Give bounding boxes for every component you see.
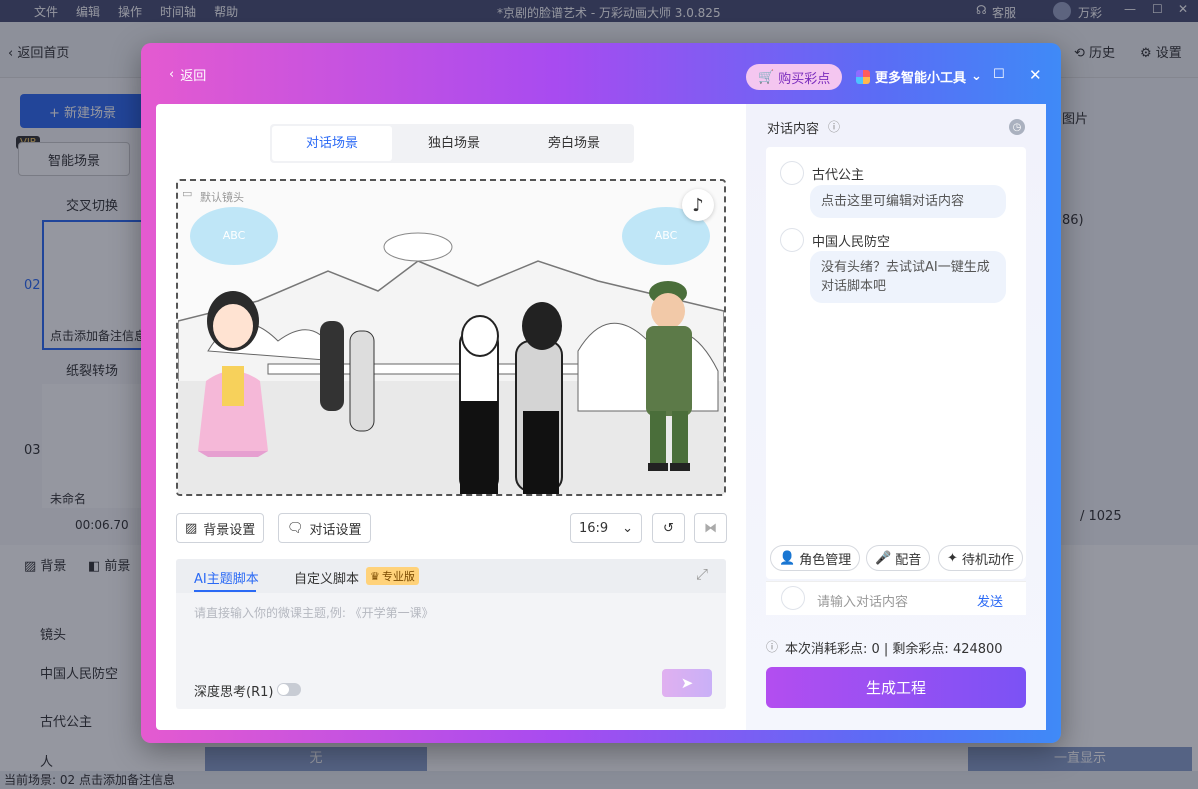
flip-horizontal-icon: ⧓ xyxy=(704,520,717,536)
chat-content-box: 古代公主 点击这里可编辑对话内容 中国人民防空 没有头绪？去试试AI一键生成对话… xyxy=(766,147,1026,579)
message-bubble-1[interactable]: 点击这里可编辑对话内容 xyxy=(810,185,1006,218)
dialog-settings-button[interactable]: 🗨 对话设置 xyxy=(278,513,371,543)
message-text-1: 点击这里可编辑对话内容 xyxy=(821,194,965,209)
cost-info-icon: ⓘ xyxy=(766,640,779,654)
script-tabs: AI主题脚本 自定义脚本 ♛ 专业版 ⤢ xyxy=(176,559,726,593)
chat-icon: 🗨 xyxy=(287,520,304,536)
submit-script-button[interactable]: ➤ xyxy=(662,669,712,697)
role-manage-button[interactable]: 👤 角色管理 xyxy=(770,545,861,571)
maximize-dialog-icon[interactable]: ☐ xyxy=(993,67,1005,82)
dubbing-label: 配音 xyxy=(895,552,922,568)
tab-dialog-scene[interactable]: 对话场景 xyxy=(272,126,392,161)
idle-action-button[interactable]: ✦ 待机动作 xyxy=(938,545,1023,571)
ai-script-area: AI主题脚本 自定义脚本 ♛ 专业版 ⤢ 请直接输入你的微课主题,例: 《开学第一… xyxy=(176,559,726,709)
message-text-2: 没有头绪？去试试AI一键生成对话脚本吧 xyxy=(821,260,990,294)
dubbing-button[interactable]: 🎤 配音 xyxy=(866,545,931,571)
figure-icon: ✦ xyxy=(947,550,958,566)
pro-badge: ♛ 专业版 xyxy=(366,567,419,585)
back-button[interactable]: ‹ 返回 xyxy=(169,65,206,84)
background-hatch-icon: ▨ xyxy=(185,520,198,536)
chat-title: 对话内容 xyxy=(767,122,820,137)
info-icon[interactable]: ⓘ xyxy=(828,118,840,135)
princess-avatar xyxy=(780,161,804,185)
buy-points-button[interactable]: 🛒 购买彩点 xyxy=(746,64,843,90)
generate-label: 生成工程 xyxy=(865,679,926,697)
input-avatar xyxy=(781,586,805,610)
pro-badge-label: 专业版 xyxy=(381,570,415,583)
back-label: 返回 xyxy=(180,69,207,84)
history-clock-icon[interactable]: ◷ xyxy=(1009,119,1025,135)
role-manage-label: 角色管理 xyxy=(799,552,852,568)
send-arrow-icon: ➤ xyxy=(680,674,694,692)
script-input[interactable]: 请直接输入你的微课主题,例: 《开学第一课》 xyxy=(194,604,434,621)
reset-button[interactable]: ↺ xyxy=(652,513,685,543)
buy-label: 购买彩点 xyxy=(778,71,831,87)
more-tools-button[interactable]: 更多智能小工具 ⌄ xyxy=(856,67,982,86)
cloud-text-right: ABC xyxy=(654,229,678,242)
microphone-icon: 🎤 xyxy=(875,550,892,566)
cloud-text-left: ABC xyxy=(222,229,246,242)
aspect-ratio-value: 16:9 xyxy=(579,520,609,536)
scene-preview[interactable]: ▭ 默认镜头 ABC ABC ♪ xyxy=(176,179,726,496)
generate-project-button[interactable]: 生成工程 xyxy=(766,667,1026,708)
background-settings-button[interactable]: ▨ 背景设置 xyxy=(176,513,265,543)
deep-think-label: 深度思考(R1) xyxy=(194,685,274,700)
tab-ai-script[interactable]: AI主题脚本 xyxy=(194,568,259,587)
idle-action-label: 待机动作 xyxy=(961,552,1014,568)
toggle-knob xyxy=(278,684,289,695)
rotate-ccw-icon: ↺ xyxy=(663,520,674,536)
cart-icon: 🛒 xyxy=(758,69,775,85)
more-tools-label: 更多智能小工具 xyxy=(875,71,967,86)
background-settings-label: 背景设置 xyxy=(203,522,256,538)
crown-icon: ♛ xyxy=(370,569,380,583)
tab-underline xyxy=(194,590,256,592)
close-dialog-icon[interactable]: ✕ xyxy=(1029,66,1042,84)
expand-icon[interactable]: ⤢ xyxy=(696,565,708,583)
flip-button[interactable]: ⧓ xyxy=(694,513,727,543)
scene-type-tabs: 对话场景 独白场景 旁白场景 xyxy=(270,124,634,163)
chat-input[interactable]: 请输入对话内容 xyxy=(817,591,908,610)
aspect-ratio-select[interactable]: 16:9 ⌄ xyxy=(570,513,642,543)
tab-custom-script[interactable]: 自定义脚本 xyxy=(294,568,359,587)
deep-think-toggle[interactable] xyxy=(277,683,301,696)
points-cost-text: 本次消耗彩点: 0 | 剩余彩点: 424800 xyxy=(785,642,1003,657)
chevron-down-icon: ⌄ xyxy=(622,520,633,536)
message-sender-2: 中国人民防空 xyxy=(812,235,891,250)
user-icon: 👤 xyxy=(779,550,796,566)
apps-icon xyxy=(856,69,870,84)
tab-monologue-scene[interactable]: 独白场景 xyxy=(394,124,514,163)
tab-narration-scene[interactable]: 旁白场景 xyxy=(514,124,634,163)
message-sender-1: 古代公主 xyxy=(812,168,865,183)
chevron-down-icon: ⌄ xyxy=(971,69,982,84)
dialog-settings-label: 对话设置 xyxy=(309,522,362,538)
message-bubble-2[interactable]: 没有头绪？去试试AI一键生成对话脚本吧 xyxy=(810,251,1006,303)
music-note-icon[interactable]: ♪ xyxy=(682,189,714,221)
soldier-avatar xyxy=(780,228,804,252)
speech-cloud-left: ABC xyxy=(190,207,278,265)
chevron-left-icon: ‹ xyxy=(169,67,175,82)
send-button[interactable]: 发送 xyxy=(977,591,1003,610)
